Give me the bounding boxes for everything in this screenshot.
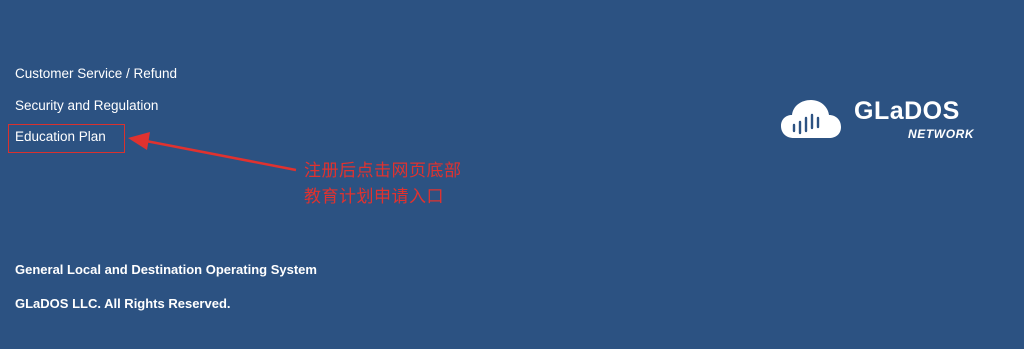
security-regulation-link[interactable]: Security and Regulation <box>15 98 158 114</box>
logo-subtitle: NETWORK <box>908 127 975 141</box>
customer-service-link[interactable]: Customer Service / Refund <box>15 66 177 82</box>
annotation-line-2: 教育计划申请入口 <box>304 187 444 207</box>
glados-logo[interactable]: GLaDOS NETWORK <box>780 96 990 146</box>
footer-tagline: General Local and Destination Operating … <box>15 262 317 277</box>
annotation-line-1: 注册后点击网页底部 <box>304 161 462 181</box>
logo-name: GLaDOS <box>854 97 960 125</box>
footer-copyright: GLaDOS LLC. All Rights Reserved. <box>15 296 231 311</box>
annotation-text: 注册后点击网页底部 教育计划申请入口 <box>304 158 462 210</box>
cloud-icon <box>781 100 841 138</box>
education-plan-highlight-box <box>8 124 125 153</box>
